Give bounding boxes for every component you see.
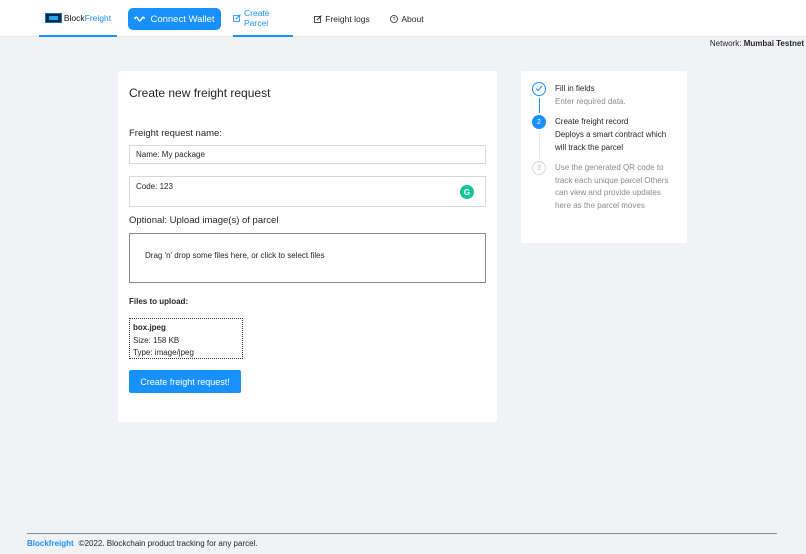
footer-text: ©2022. Blockchain product tracking for a…: [78, 539, 258, 548]
freight-request-card: Create new freight request Freight reque…: [118, 71, 497, 422]
freight-code-textarea[interactable]: Code: 123: [129, 176, 486, 207]
step-2-description: Deploys a smart contract which will trac…: [555, 130, 667, 152]
step-2-indicator: 2: [532, 115, 546, 129]
network-value: Mumbai Testnet: [743, 39, 804, 48]
network-label: Network:: [709, 39, 742, 48]
file-size: Size: 158 KB: [133, 335, 180, 345]
page-title: Create new freight request: [129, 86, 271, 100]
upload-label: Optional: Upload image(s) of parcel: [129, 215, 279, 226]
nav-about-label: About: [401, 13, 424, 24]
nav-freight-logs[interactable]: Freight logs: [310, 0, 374, 37]
step-connector: [539, 98, 540, 113]
logo-icon: [44, 12, 62, 23]
freight-name-label: Freight request name:: [129, 128, 222, 139]
footer: Blockfreight ©2022. Blockchain product tr…: [27, 539, 258, 548]
logo-text-block: Block: [63, 12, 85, 23]
connect-wallet-label: Connect Wallet: [150, 13, 215, 25]
logo-text-freight: Freight: [84, 12, 112, 23]
file-preview: box.jpeg Size: 158 KB Type: image/jpeg: [129, 318, 243, 359]
nav-create-parcel-label: Create Parcel: [244, 7, 270, 28]
wave-icon: [134, 15, 146, 23]
step-2-title: Create freight record: [555, 117, 629, 126]
connect-wallet-button[interactable]: Connect Wallet: [128, 8, 221, 30]
footer-brand[interactable]: Blockfreight: [27, 539, 74, 548]
network-indicator: Network: Mumbai Testnet: [710, 39, 804, 48]
dropzone-text: Drag 'n' drop some files here, or click …: [145, 251, 325, 260]
step-3-description: Use the generated QR code to track each …: [555, 163, 669, 210]
freight-name-input[interactable]: [129, 145, 486, 164]
step-1-indicator: [532, 82, 546, 96]
step-1-title: Fill in fields: [555, 84, 595, 93]
step-connector: [539, 131, 540, 159]
check-icon: [535, 85, 543, 94]
edit-icon: [314, 14, 323, 23]
grammarly-icon[interactable]: G: [460, 185, 474, 199]
edit-icon: [233, 13, 241, 22]
nav-about[interactable]: ? About: [386, 0, 428, 37]
file-dropzone[interactable]: Drag 'n' drop some files here, or click …: [129, 233, 486, 283]
nav-freight-logs-label: Freight logs: [325, 13, 370, 24]
files-to-upload-label: Files to upload:: [129, 297, 189, 306]
logo[interactable]: Block Freight: [39, 0, 117, 37]
create-freight-request-button[interactable]: Create freight request!: [129, 370, 241, 393]
step-3-indicator: 3: [532, 161, 546, 175]
step-1-description: Enter required data.: [555, 97, 626, 106]
file-type: Type: image/jpeg: [133, 348, 194, 357]
question-circle-icon: ?: [390, 14, 399, 23]
svg-text:?: ?: [393, 17, 396, 23]
footer-divider: [27, 533, 777, 534]
top-navbar: Block Freight Connect Wallet Create Parce…: [0, 0, 806, 37]
file-name: box.jpeg: [133, 323, 166, 332]
nav-create-parcel[interactable]: Create Parcel: [233, 0, 293, 37]
steps-card: Fill in fields Enter required data. 2 Cr…: [521, 71, 687, 243]
